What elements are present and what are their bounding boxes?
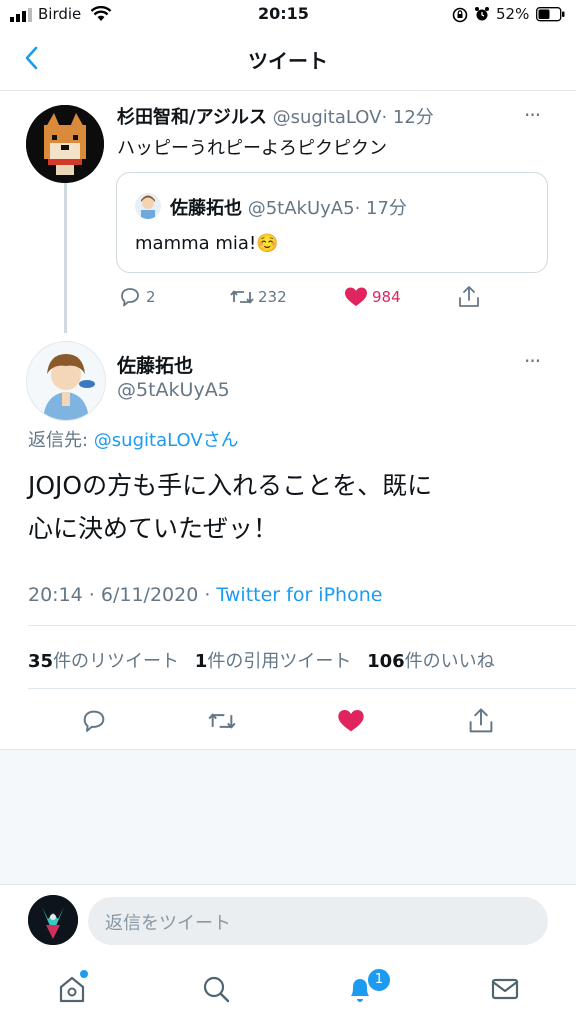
quoted-tweet[interactable]: 佐藤拓也 @5tAkUyA5· 17分 mamma mia!☺️ [116, 172, 548, 273]
retweets-stat-label: 件のリツイート [53, 651, 180, 672]
tweet-text-line-2: 心に決めていたぜッ！ [28, 514, 279, 543]
person-avatar-icon [27, 342, 105, 420]
like-button[interactable] [336, 707, 366, 739]
quoted-tweet-time: · 17分 [354, 198, 407, 219]
carrier-label: Birdie [38, 5, 82, 23]
reply-composer: 返信をツイート [0, 885, 576, 957]
person-avatar-icon [141, 195, 155, 219]
retweet-button[interactable] [206, 707, 238, 739]
tab-messages[interactable] [489, 973, 521, 1009]
tab-home[interactable] [56, 970, 88, 1009]
divider [28, 688, 576, 689]
retweets-stat-count: 35 [28, 651, 54, 672]
more-options-icon[interactable]: ··· [524, 349, 541, 373]
like-button[interactable]: 984 [343, 285, 401, 309]
notification-badge-count: 1 [374, 972, 384, 987]
thread-line [64, 183, 67, 333]
quoted-tweet-text: mamma mia!☺️ [135, 233, 279, 254]
quoted-avatar [135, 193, 161, 219]
tab-bar: 1 [0, 957, 576, 1024]
reply-icon [83, 710, 105, 732]
retweet-count: 232 [258, 288, 287, 306]
status-bar: Birdie 20:15 52% [0, 0, 576, 30]
signal-icon [10, 8, 34, 22]
empty-area [0, 749, 576, 885]
mail-icon [491, 978, 519, 1000]
reply-input[interactable]: 返信をツイート [88, 897, 548, 945]
notification-badge: 1 [366, 967, 392, 993]
parent-tweet-text: ハッピーうれピーよろピクピクン [117, 138, 387, 159]
avatar[interactable] [26, 105, 104, 183]
wifi-icon [90, 6, 112, 22]
share-button[interactable] [466, 706, 496, 740]
main-tweet: 佐藤拓也 @5tAkUyA5 ··· 返信先: @sugitaLOVさん JOJ… [0, 331, 576, 749]
reply-to-handle[interactable]: @sugitaLOVさん [94, 430, 239, 451]
parent-tweet[interactable]: 杉田智和/アジルス @sugitaLOV· 12分 ··· ハッピーうれピーよろ… [0, 91, 576, 333]
page-title: ツイート [248, 49, 328, 73]
orientation-lock-icon [452, 7, 468, 23]
quotes-stat-count: 1 [194, 651, 208, 672]
alarm-icon [474, 6, 490, 22]
retweet-icon [208, 713, 236, 729]
quotes-stat[interactable]: 1件の引用ツイート [195, 651, 352, 672]
share-icon [459, 286, 479, 307]
unread-dot [80, 970, 88, 978]
likes-stat[interactable]: 106件のいいね [367, 651, 495, 672]
heart-filled-icon [338, 710, 364, 732]
retweets-stat[interactable]: 35件のリツイート [28, 651, 179, 672]
heart-filled-icon [345, 287, 367, 306]
main-author-handle: @5tAkUyA5 [117, 379, 230, 401]
reply-icon [121, 288, 139, 307]
quotes-stat-label: 件の引用ツイート [207, 651, 352, 672]
like-count: 984 [372, 288, 401, 306]
more-options-icon[interactable]: ··· [524, 103, 541, 127]
search-icon [203, 976, 230, 1003]
quoted-author-name: 佐藤拓也 [170, 198, 242, 219]
dog-avatar-icon [26, 105, 104, 183]
parent-tweet-time: · 12分 [381, 107, 434, 128]
likes-stat-count: 106 [367, 651, 405, 672]
reply-input-placeholder: 返信をツイート [105, 913, 231, 934]
reply-button[interactable] [80, 707, 108, 739]
tweet-text-line-1: JOJOの方も手に入れることを、既に [28, 471, 433, 500]
user-avatar[interactable] [28, 895, 78, 945]
likes-stat-label: 件のいいね [404, 651, 495, 672]
share-button[interactable] [456, 284, 482, 314]
main-author-name[interactable]: 佐藤拓也 [117, 351, 193, 378]
reply-to-label: 返信先: [28, 430, 94, 451]
retweet-icon [230, 290, 254, 304]
tab-notifications[interactable]: 1 [344, 967, 392, 1009]
battery-icon [536, 7, 566, 22]
main-avatar[interactable] [26, 341, 106, 421]
clock: 20:15 [258, 4, 309, 23]
retweet-button[interactable]: 232 [229, 285, 287, 309]
reply-button[interactable]: 2 [118, 285, 156, 309]
tweet-timestamp: 20:14 · 6/11/2020 · [28, 584, 217, 606]
battery-percent: 52% [496, 5, 530, 23]
parent-author-name[interactable]: 杉田智和/アジルス [117, 107, 267, 128]
quoted-author-handle: @5tAkUyA5 [247, 198, 355, 219]
tweet-source-link[interactable]: Twitter for iPhone [216, 584, 382, 606]
divider [28, 625, 576, 626]
reply-count: 2 [146, 288, 156, 306]
parent-author-handle: @sugitaLOV [272, 107, 382, 128]
user-avatar-image [28, 895, 78, 945]
tab-search[interactable] [200, 973, 232, 1009]
share-icon [469, 708, 493, 733]
